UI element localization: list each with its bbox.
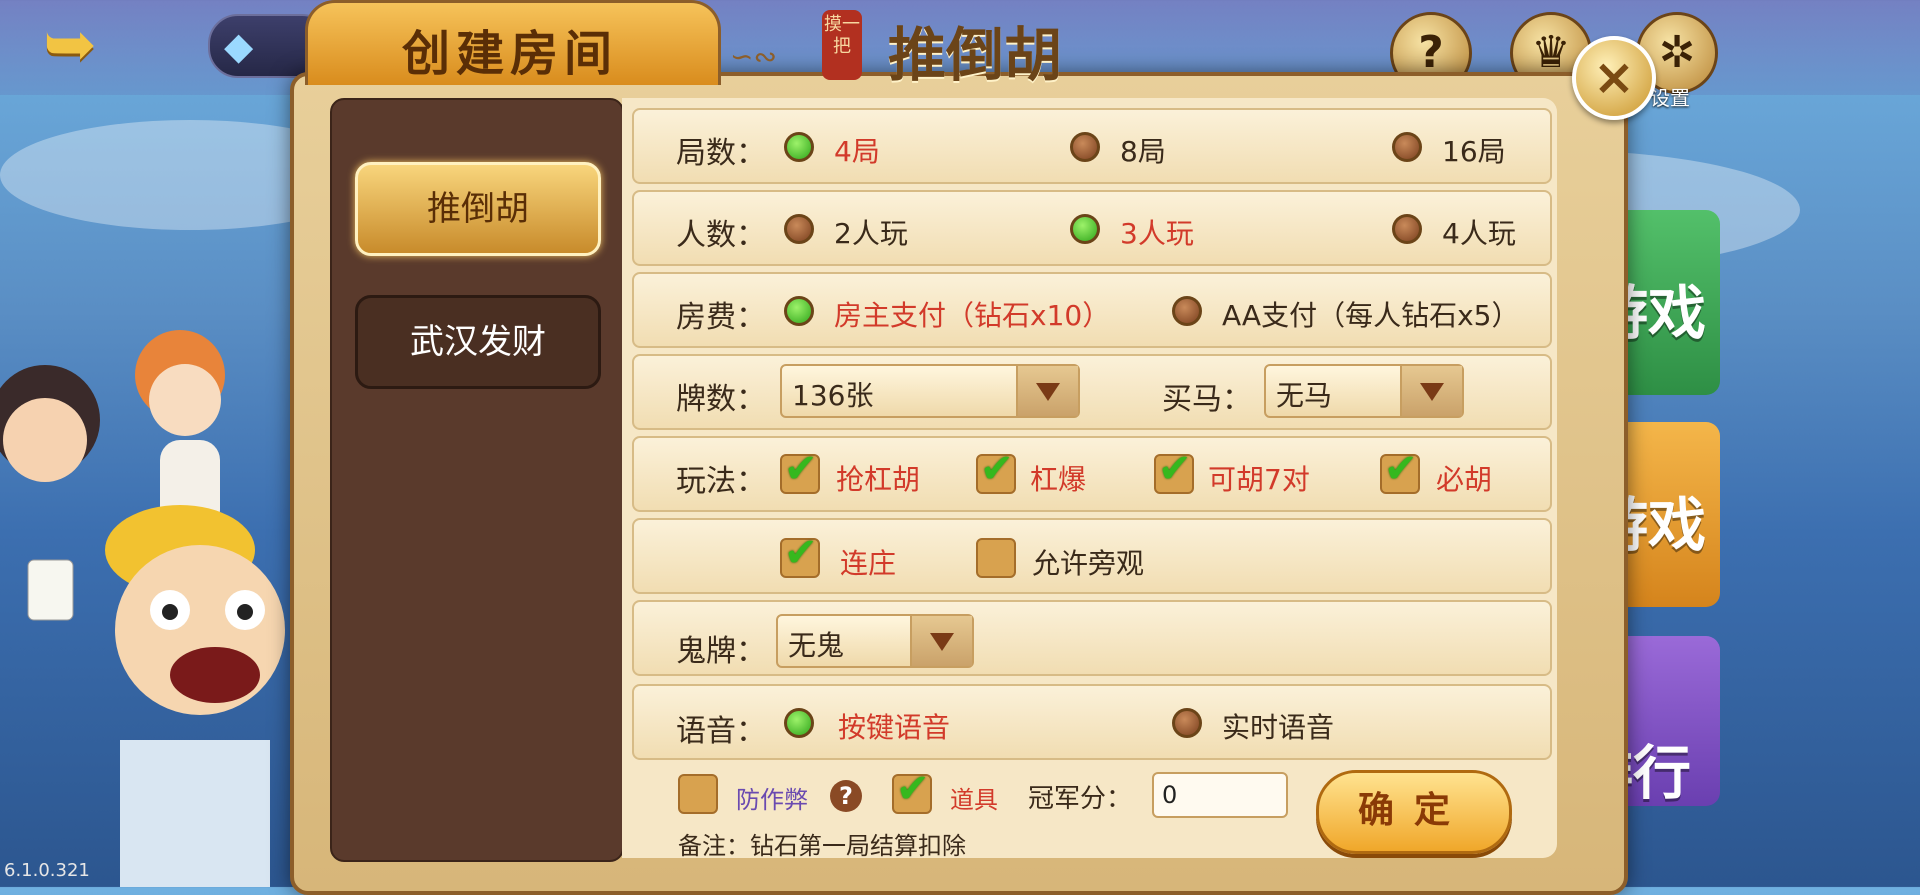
rule-qiangganghu-label: 抢杠胡 — [836, 463, 921, 496]
voice-key-label: 按键语音 — [838, 711, 951, 744]
players-3-label: 3人玩 — [1120, 217, 1194, 250]
diamond-icon: ◆ — [224, 24, 254, 68]
rule-gangbao-label: 杠爆 — [1030, 463, 1087, 496]
fee-label: 房费： — [676, 300, 766, 335]
rule-bihu-label: 必胡 — [1436, 463, 1493, 496]
rule-lianzhuang-label: 连庄 — [840, 547, 897, 580]
buy-horse-label: 买马： — [1162, 382, 1252, 417]
rounds-16-label: 16局 — [1442, 135, 1506, 168]
tab-wuhan-facai[interactable]: 武汉发财 — [355, 295, 601, 389]
rounds-4-label: 4局 — [834, 135, 880, 168]
ghost-row — [632, 600, 1552, 676]
ghost-dropdown[interactable]: 无鬼 — [776, 614, 974, 668]
rule-spectate-label: 允许旁观 — [1032, 547, 1145, 580]
game-seal: 摸一把 — [822, 10, 862, 80]
close-button[interactable]: × — [1572, 36, 1656, 120]
cartoon-characters — [0, 330, 285, 887]
players-4-label: 4人玩 — [1442, 217, 1516, 250]
players-2-label: 2人玩 — [834, 217, 908, 250]
players-4-radio[interactable] — [1392, 214, 1422, 244]
fee-host-label: 房主支付（钻石x10） — [834, 299, 1111, 332]
rules-label: 玩法： — [676, 464, 766, 499]
rounds-8-label: 8局 — [1120, 135, 1166, 168]
rule-gangbao-checkbox[interactable] — [976, 446, 1016, 494]
ghost-value: 无鬼 — [788, 629, 845, 662]
anti-cheat-label: 防作弊 — [736, 786, 808, 814]
props-label: 道具 — [950, 786, 998, 814]
rounds-label: 局数： — [676, 136, 766, 171]
voice-realtime-label: 实时语音 — [1222, 711, 1335, 744]
chevron-down-icon[interactable] — [910, 616, 972, 666]
tiles-value: 136张 — [792, 379, 874, 412]
anti-cheat-checkbox[interactable] — [678, 774, 718, 814]
champion-label: 冠军分： — [1028, 784, 1133, 814]
rounds-16-radio[interactable] — [1392, 132, 1422, 162]
dialog-title: 创建房间 — [401, 26, 618, 82]
rule-lianzhuang-checkbox[interactable] — [780, 530, 820, 578]
version-label: 6.1.0.321 — [4, 860, 90, 881]
tiles-label: 牌数： — [676, 382, 766, 417]
players-2-radio[interactable] — [784, 214, 814, 244]
players-label: 人数： — [676, 218, 766, 253]
game-name: 推倒胡 — [888, 21, 1063, 89]
help-icon[interactable]: ? — [830, 780, 862, 812]
rule-7pairs-checkbox[interactable] — [1154, 446, 1194, 494]
tab-tuidaohu[interactable]: 推倒胡 — [355, 162, 601, 256]
scroll-ornament-icon: ∽∾ — [730, 40, 777, 73]
rule-spectate-checkbox[interactable] — [976, 538, 1016, 578]
chevron-down-icon[interactable] — [1016, 366, 1078, 416]
buy-horse-dropdown[interactable]: 无马 — [1264, 364, 1464, 418]
fee-aa-label: AA支付（每人钻石x5） — [1222, 299, 1520, 332]
ghost-label: 鬼牌： — [676, 634, 766, 669]
rule-7pairs-label: 可胡7对 — [1208, 463, 1310, 496]
champion-score-input[interactable]: 0 — [1152, 772, 1288, 818]
rule-bihu-checkbox[interactable] — [1380, 446, 1420, 494]
voice-label: 语音： — [676, 714, 766, 749]
rounds-4-radio[interactable] — [784, 132, 814, 162]
voice-row — [632, 684, 1552, 760]
chevron-down-icon[interactable] — [1400, 366, 1462, 416]
props-checkbox[interactable] — [892, 766, 932, 814]
rule-qiangganghu-checkbox[interactable] — [780, 446, 820, 494]
settings-label: 设置 — [1650, 86, 1690, 110]
buy-horse-value: 无马 — [1276, 379, 1333, 412]
back-arrow-icon[interactable]: ➥ — [30, 10, 110, 80]
voice-realtime-radio[interactable] — [1172, 708, 1202, 738]
fee-host-radio[interactable] — [784, 296, 814, 326]
rounds-8-radio[interactable] — [1070, 132, 1100, 162]
players-3-radio[interactable] — [1070, 214, 1100, 244]
confirm-button[interactable]: 确定 — [1316, 770, 1512, 854]
note-text: 备注：钻石第一局结算扣除 — [678, 832, 966, 860]
tiles-dropdown[interactable]: 136张 — [780, 364, 1080, 418]
voice-key-radio[interactable] — [784, 708, 814, 738]
fee-aa-radio[interactable] — [1172, 296, 1202, 326]
